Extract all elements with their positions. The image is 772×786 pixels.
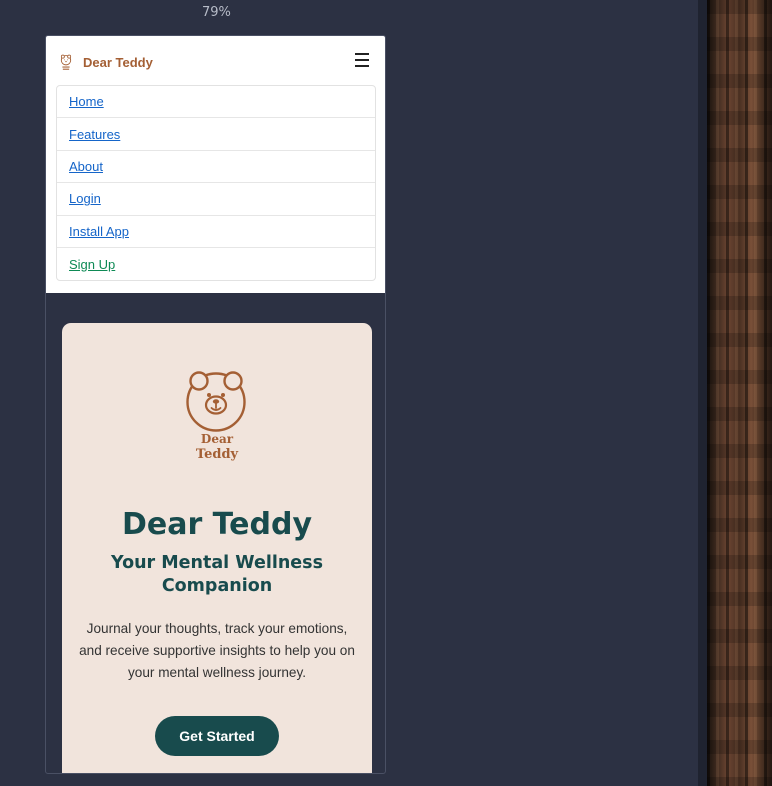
get-started-button[interactable]: Get Started bbox=[155, 716, 279, 756]
brand-link[interactable]: Dear Teddy bbox=[57, 53, 153, 71]
hamburger-menu-button[interactable] bbox=[355, 53, 369, 67]
nav-item-features[interactable]: Features bbox=[57, 118, 375, 151]
teddy-face-icon bbox=[186, 371, 246, 432]
brand-name: Dear Teddy bbox=[83, 54, 153, 70]
mobile-preview-frame: Dear Teddy Home Features About Login Ins… bbox=[45, 35, 386, 774]
nav-item-install-app[interactable]: Install App bbox=[57, 216, 375, 248]
nav-link-features[interactable]: Features bbox=[69, 127, 120, 142]
hero-card: Dear Teddy Dear Teddy Your Mental Wellne… bbox=[62, 323, 372, 773]
hero-title: Dear Teddy bbox=[121, 507, 313, 542]
nav-menu: Home Features About Login Install App Si… bbox=[56, 85, 376, 282]
hero-subtitle: Your Mental Wellness Companion bbox=[111, 553, 323, 596]
nav-item-home[interactable]: Home bbox=[57, 86, 375, 119]
window-divider bbox=[698, 0, 707, 786]
nav-link-home[interactable]: Home bbox=[69, 94, 104, 109]
nav-link-about[interactable]: About bbox=[69, 159, 103, 174]
hero-description: Journal your thoughts, track your emotio… bbox=[79, 621, 355, 680]
nav-link-install-app[interactable]: Install App bbox=[69, 224, 129, 239]
nav-item-sign-up[interactable]: Sign Up bbox=[57, 248, 375, 280]
nav-item-login[interactable]: Login bbox=[57, 183, 375, 216]
navbar: Dear Teddy Home Features About Login Ins… bbox=[46, 36, 385, 293]
teddy-logo-icon bbox=[60, 54, 72, 70]
background-photo bbox=[707, 0, 772, 786]
nav-link-sign-up[interactable]: Sign Up bbox=[69, 257, 115, 272]
logo-wordmark-line2: Teddy bbox=[195, 447, 239, 462]
nav-item-about[interactable]: About bbox=[57, 151, 375, 184]
logo-wordmark-line1: Dear bbox=[200, 432, 234, 446]
nav-link-login[interactable]: Login bbox=[69, 191, 101, 206]
zoom-level-label: 79% bbox=[202, 5, 231, 20]
